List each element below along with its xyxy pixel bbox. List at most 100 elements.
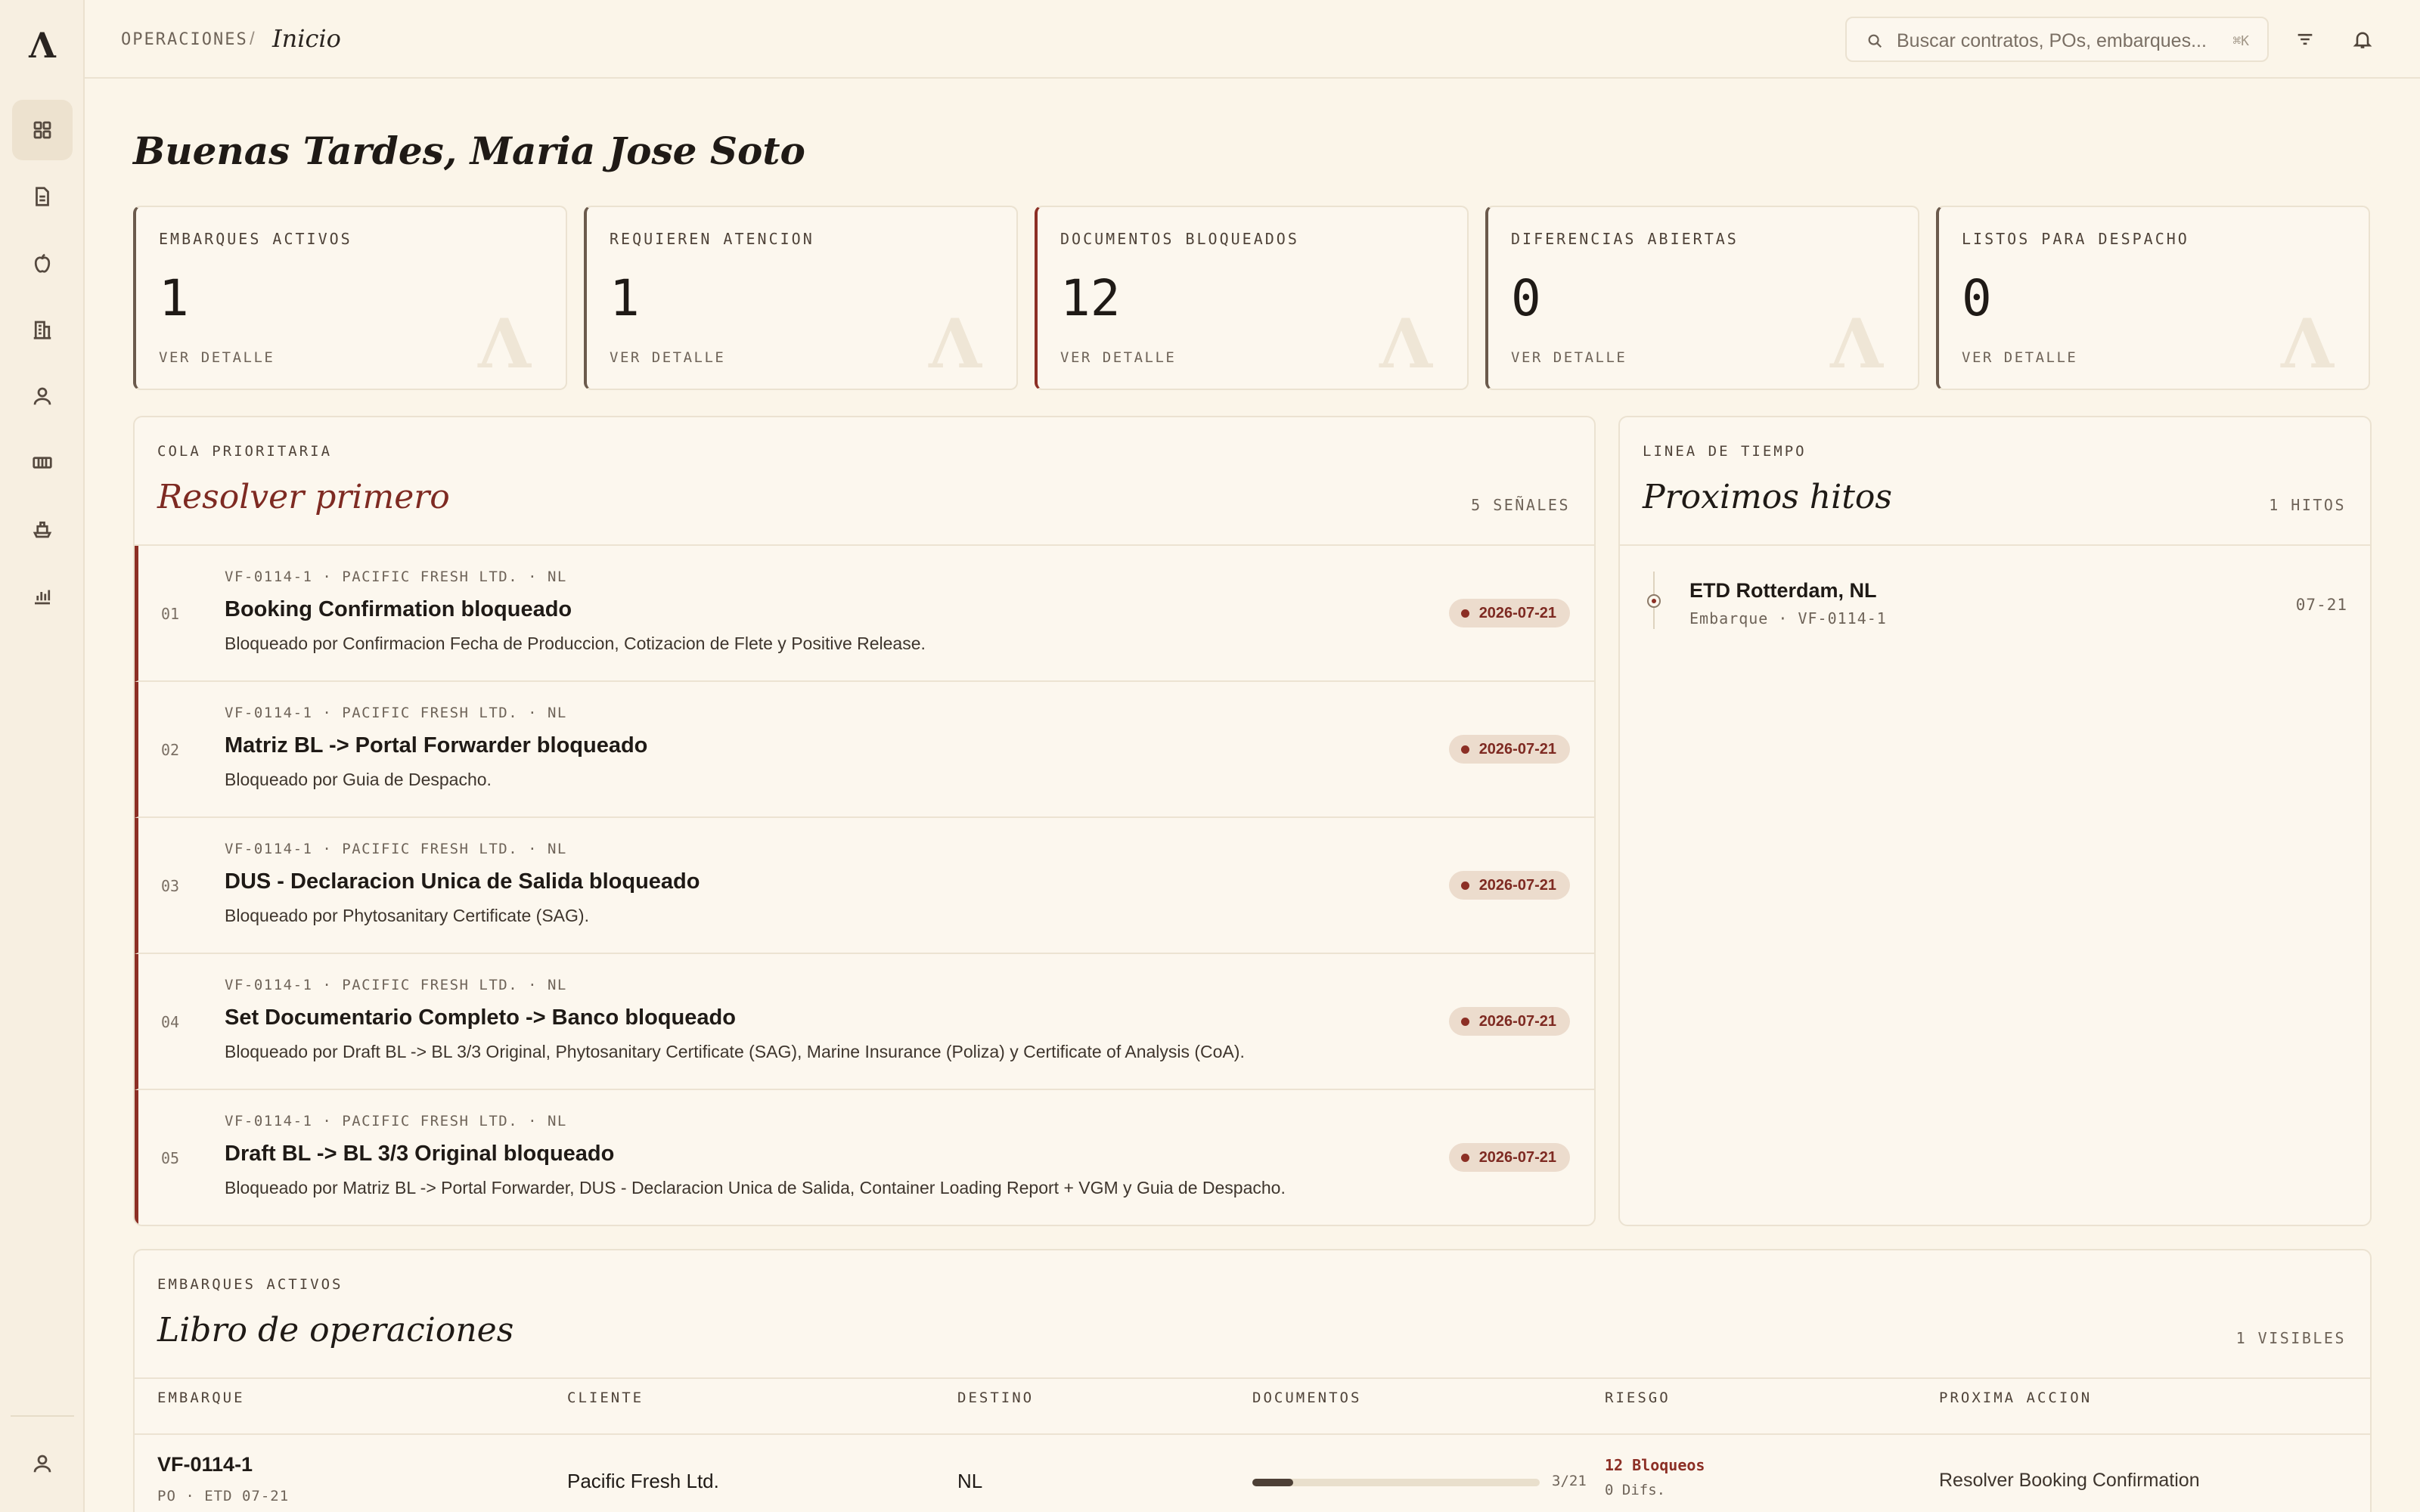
queue-item-title: DUS - Declaracion Unica de Salida bloque… xyxy=(225,869,700,894)
queue-item-title: Booking Confirmation bloqueado xyxy=(225,597,572,621)
kpi-label: LISTOS PARA DESPACHO xyxy=(1962,230,2189,248)
queue-item-number: 01 xyxy=(161,605,180,623)
shipment-id[interactable]: VF-0114-1 xyxy=(157,1453,253,1476)
panel-title: Proximos hitos xyxy=(1643,478,1892,516)
panel-eyebrow: COLA PRIORITARIA xyxy=(157,443,333,460)
documents-count: 3/21 xyxy=(1552,1473,1587,1489)
sidebar-item-shipments[interactable] xyxy=(12,499,73,559)
panel-title: Resolver primero xyxy=(157,478,450,516)
kpi-detail-link[interactable]: VER DETALLE xyxy=(1962,349,2077,366)
sidebar-item-profile[interactable] xyxy=(12,1433,73,1494)
queue-item-meta: VF-0114-1 · PACIFIC FRESH LTD. · NL xyxy=(225,569,567,585)
next-action[interactable]: Resolver Booking Confirmation xyxy=(1939,1470,2200,1492)
kpi-card-active-shipments[interactable]: EMBARQUES ACTIVOS 1 VER DETALLE Λ xyxy=(133,206,567,390)
kpi-value: 1 xyxy=(159,269,189,327)
queue-item-number: 05 xyxy=(161,1149,180,1167)
kpi-value: 1 xyxy=(610,269,640,327)
kpi-detail-link[interactable]: VER DETALLE xyxy=(1511,349,1627,366)
queue-item-title: Matriz BL -> Portal Forwarder bloqueado xyxy=(225,733,648,758)
documents-progress-bar xyxy=(1252,1479,1540,1486)
client-name: Pacific Fresh Ltd. xyxy=(567,1470,719,1492)
kpi-label: DIFERENCIAS ABIERTAS xyxy=(1511,230,1739,248)
kpi-value: 0 xyxy=(1511,269,1541,327)
breadcrumb-current: Inicio xyxy=(272,24,341,53)
building-icon xyxy=(33,321,51,339)
sidebar-item-clients[interactable] xyxy=(12,366,73,426)
kpi-label: DOCUMENTOS BLOQUEADOS xyxy=(1060,230,1299,248)
queue-item-meta: VF-0114-1 · PACIFIC FRESH LTD. · NL xyxy=(225,1113,567,1129)
queue-item-meta: VF-0114-1 · PACIFIC FRESH LTD. · NL xyxy=(225,705,567,721)
queue-item[interactable]: 01 VF-0114-1 · PACIFIC FRESH LTD. · NL B… xyxy=(135,546,1594,682)
timeline-item-subtitle: Embarque · VF-0114-1 xyxy=(1689,609,1887,627)
queue-item-number: 04 xyxy=(161,1013,180,1031)
panel-eyebrow: LINEA DE TIEMPO xyxy=(1643,443,1807,460)
shipment-subtitle: PO · ETD 07-21 xyxy=(157,1488,290,1504)
container-icon xyxy=(33,457,52,469)
user-icon xyxy=(33,1455,51,1473)
ledger-panel: EMBARQUES ACTIVOS Libro de operaciones 1… xyxy=(133,1249,2372,1512)
ship-icon xyxy=(33,521,52,538)
kpi-value: 0 xyxy=(1962,269,1992,327)
breadcrumb-separator: / xyxy=(250,29,255,49)
kpi-detail-link[interactable]: VER DETALLE xyxy=(159,349,275,366)
user-icon xyxy=(33,387,51,405)
timeline-item-title: ETD Rotterdam, NL xyxy=(1689,579,1877,602)
search-input[interactable]: Buscar contratos, POs, embarques... ⌘K xyxy=(1845,17,2269,62)
queue-item-meta: VF-0114-1 · PACIFIC FRESH LTD. · NL xyxy=(225,977,567,993)
queue-item[interactable]: 04 VF-0114-1 · PACIFIC FRESH LTD. · NL S… xyxy=(135,954,1594,1090)
queue-item-date-badge: 2026-07-21 xyxy=(1448,735,1570,764)
queue-item-meta: VF-0114-1 · PACIFIC FRESH LTD. · NL xyxy=(225,841,567,857)
queue-item-title: Draft BL -> BL 3/3 Original bloqueado xyxy=(225,1142,615,1166)
kpi-watermark: Λ xyxy=(1379,304,1432,384)
sidebar-item-reports[interactable] xyxy=(12,565,73,626)
kpi-card-attention[interactable]: REQUIEREN ATENCION 1 VER DETALLE Λ xyxy=(584,206,1018,390)
priority-queue-panel: COLA PRIORITARIA Resolver primero 5 SEÑA… xyxy=(133,416,1596,1226)
panel-count: 5 SEÑALES xyxy=(1471,496,1570,514)
breadcrumb-root[interactable]: OPERACIONES xyxy=(121,30,248,49)
sidebar: Λ xyxy=(0,0,85,1512)
queue-item-date-badge: 2026-07-21 xyxy=(1448,871,1570,900)
sidebar-item-documents[interactable] xyxy=(12,166,73,227)
queue-item-description: Bloqueado por Guia de Despacho. xyxy=(225,770,492,789)
queue-item[interactable]: 02 VF-0114-1 · PACIFIC FRESH LTD. · NL M… xyxy=(135,682,1594,818)
kpi-watermark: Λ xyxy=(478,304,531,384)
queue-item-description: Bloqueado por Confirmacion Fecha de Prod… xyxy=(225,634,926,653)
destination: NL xyxy=(957,1470,983,1492)
queue-item-description: Bloqueado por Draft BL -> BL 3/3 Origina… xyxy=(225,1042,1245,1061)
kpi-card-open-differences[interactable]: DIFERENCIAS ABIERTAS 0 VER DETALLE Λ xyxy=(1485,206,1919,390)
search-icon xyxy=(1868,34,1882,48)
timeline-item[interactable]: ETD Rotterdam, NL Embarque · VF-0114-1 0… xyxy=(1620,546,2370,659)
kpi-card-blocked-docs[interactable]: DOCUMENTOS BLOQUEADOS 12 VER DETALLE Λ xyxy=(1035,206,1469,390)
kpi-watermark: Λ xyxy=(2281,304,2334,384)
table-row[interactable]: VF-0114-1 PO · ETD 07-21 Pacific Fresh L… xyxy=(135,1250,2370,1512)
app-logo[interactable]: Λ xyxy=(26,28,59,63)
bell-icon xyxy=(2353,32,2372,48)
queue-item-date-badge: 2026-07-21 xyxy=(1448,599,1570,627)
sidebar-item-contracts[interactable] xyxy=(12,299,73,360)
grid-icon xyxy=(33,121,51,139)
queue-item-number: 03 xyxy=(161,877,180,895)
kpi-label: REQUIEREN ATENCION xyxy=(610,230,814,248)
sidebar-item-dashboard[interactable] xyxy=(12,100,73,160)
kpi-detail-link[interactable]: VER DETALLE xyxy=(1060,349,1176,366)
kpi-label: EMBARQUES ACTIVOS xyxy=(159,230,352,248)
search-placeholder: Buscar contratos, POs, embarques... xyxy=(1897,30,2207,51)
sidebar-item-containers[interactable] xyxy=(12,432,73,493)
sidebar-divider xyxy=(11,1415,74,1417)
risk-differences: 0 Difs. xyxy=(1605,1482,1666,1498)
documents-progress-fill xyxy=(1252,1479,1294,1486)
queue-item-title: Set Documentario Completo -> Banco bloqu… xyxy=(225,1005,736,1030)
queue-item[interactable]: 05 VF-0114-1 · PACIFIC FRESH LTD. · NL D… xyxy=(135,1090,1594,1225)
search-shortcut: ⌘K xyxy=(2232,33,2249,49)
queue-item[interactable]: 03 VF-0114-1 · PACIFIC FRESH LTD. · NL D… xyxy=(135,818,1594,954)
risk-blocks: 12 Bloqueos xyxy=(1605,1456,1705,1474)
timeline-panel: LINEA DE TIEMPO Proximos hitos 1 HITOS E… xyxy=(1618,416,2372,1226)
kpi-card-ready-dispatch[interactable]: LISTOS PARA DESPACHO 0 VER DETALLE Λ xyxy=(1936,206,2370,390)
queue-item-description: Bloqueado por Phytosanitary Certificate … xyxy=(225,906,589,925)
sidebar-item-products[interactable] xyxy=(12,233,73,293)
notifications-button[interactable] xyxy=(2346,23,2379,56)
kpi-detail-link[interactable]: VER DETALLE xyxy=(610,349,725,366)
queue-item-date-badge: 2026-07-21 xyxy=(1448,1007,1570,1036)
topbar: OPERACIONES / Inicio Buscar contratos, P… xyxy=(85,0,2420,79)
filter-button[interactable] xyxy=(2288,23,2322,56)
